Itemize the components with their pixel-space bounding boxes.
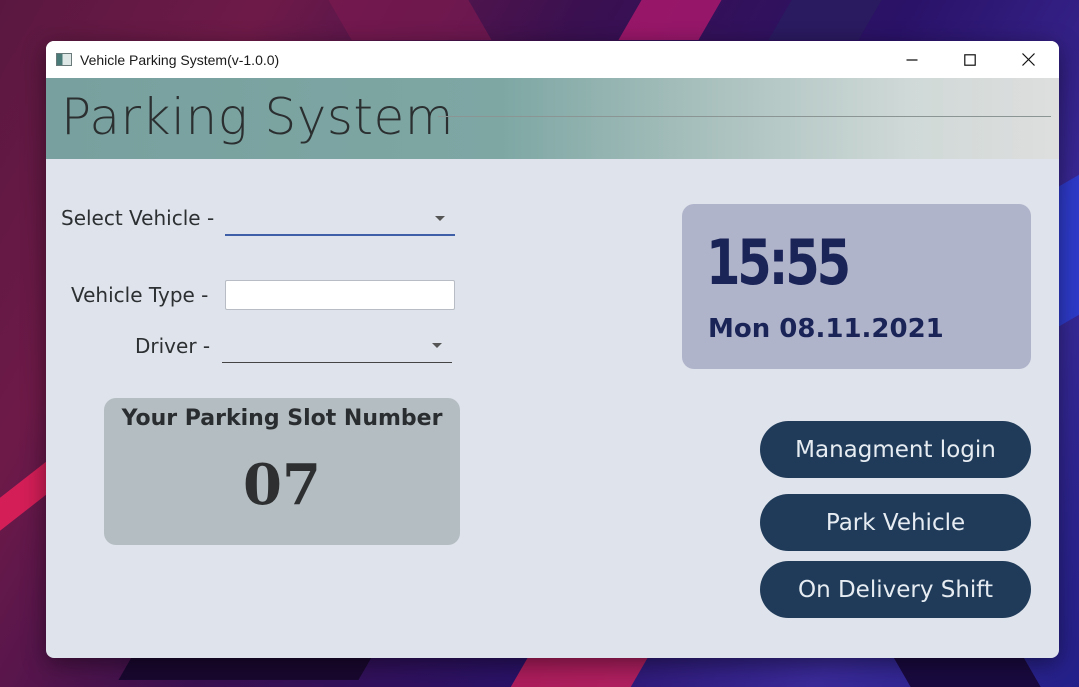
park-vehicle-button[interactable]: Park Vehicle [760, 494, 1031, 551]
close-button[interactable] [999, 41, 1057, 78]
app-window: Vehicle Parking System(v-1.0.0) Parking … [46, 41, 1059, 658]
on-delivery-shift-button[interactable]: On Delivery Shift [760, 561, 1031, 618]
management-login-button[interactable]: Managment login [760, 421, 1031, 478]
chevron-down-icon [432, 343, 442, 348]
driver-dropdown[interactable] [222, 329, 452, 363]
maximize-button[interactable] [941, 41, 999, 78]
parking-slot-title: Your Parking Slot Number [121, 406, 443, 431]
select-vehicle-dropdown[interactable] [225, 202, 455, 236]
close-icon [1021, 53, 1035, 66]
page-title: Parking System [61, 88, 454, 146]
wallpaper-shape [618, 0, 722, 40]
parking-slot-number: 07 [243, 452, 321, 518]
wallpaper-shape [328, 0, 492, 40]
title-bar[interactable]: Vehicle Parking System(v-1.0.0) [46, 41, 1059, 78]
clock-date: Mon 08.11.2021 [708, 314, 944, 344]
clock-panel: 15:55 Mon 08.11.2021 [682, 204, 1031, 369]
app-header: Parking System [46, 78, 1059, 159]
vehicle-type-label: Vehicle Type - [71, 283, 209, 307]
window-title: Vehicle Parking System(v-1.0.0) [80, 51, 280, 68]
wallpaper-shape [768, 0, 882, 40]
wallpaper-shape [510, 655, 650, 687]
driver-label: Driver - [135, 334, 211, 358]
chevron-down-icon [435, 216, 445, 221]
minimize-button[interactable] [883, 41, 941, 78]
app-icon [56, 53, 72, 66]
clock-time: 15:55 [706, 226, 851, 299]
parking-slot-panel: Your Parking Slot Number 07 [104, 398, 460, 545]
header-divider [438, 116, 1051, 117]
vehicle-type-input[interactable] [225, 280, 455, 310]
select-vehicle-label: Select Vehicle - [61, 206, 215, 230]
minimize-icon [906, 58, 918, 61]
maximize-icon [964, 53, 976, 66]
